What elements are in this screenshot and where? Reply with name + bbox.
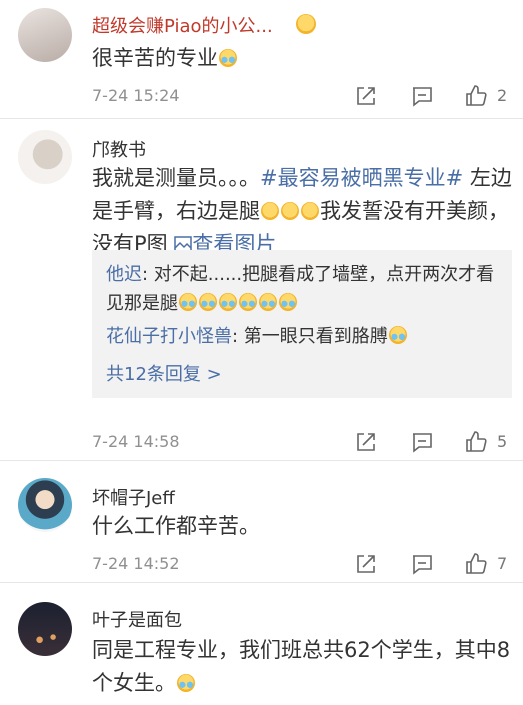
comment-text: 什么工作都辛苦。 [92, 514, 260, 538]
share-icon[interactable] [354, 84, 378, 108]
username[interactable]: 叶子是面包 [92, 606, 182, 632]
share-icon[interactable] [354, 430, 378, 454]
tears-of-joy-emoji [219, 293, 237, 311]
slight-smile-emoji [261, 202, 279, 220]
reply-username[interactable]: 花仙子打小怪兽 [106, 326, 232, 347]
tears-of-joy-emoji [388, 326, 407, 344]
comment-meta: 7-24 14:52 7 [92, 552, 512, 578]
reply-box: 他迟: 对不起......把腿看成了墙壁，点开两次才看见那是腿 花仙子打小怪兽:… [92, 250, 512, 398]
slight-smile-emoji [301, 202, 319, 220]
comment-meta: 7-24 15:24 2 [92, 84, 512, 110]
hashtag[interactable]: #最容易被晒黑专业# [260, 166, 463, 190]
more-replies-link[interactable]: 共12条回复 > [106, 360, 222, 386]
avatar[interactable] [18, 130, 72, 184]
comment-item: 超级会赚Piao的小公... 很辛苦的专业 7-24 15:24 2 [0, 0, 523, 118]
avatar[interactable] [18, 8, 72, 62]
comment-icon[interactable] [410, 552, 434, 576]
reply-item: 他迟: 对不起......把腿看成了墙壁，点开两次才看见那是腿 [106, 264, 495, 314]
comment-text: 我就是测量员。。。#最容易被晒黑专业# 左边是手臂，右边是腿 我发誓没有开美颜，没… [92, 166, 512, 256]
username[interactable]: 超级会赚Piao的小公... [92, 12, 317, 38]
comment-icon[interactable] [410, 84, 434, 108]
tears-of-joy-emoji [177, 674, 195, 692]
reply-item: 花仙子打小怪兽: 第一眼只看到胳膊 [106, 322, 501, 351]
timestamp: 7-24 14:52 [92, 554, 180, 573]
slight-smile-emoji [281, 202, 299, 220]
timestamp: 7-24 14:58 [92, 432, 180, 451]
comment-item: 坏帽子Jeff 什么工作都辛苦。 7-24 14:52 7 [0, 460, 523, 580]
like-count: 5 [497, 432, 508, 451]
reply-username[interactable]: 他迟 [106, 264, 142, 285]
comment-icon[interactable] [410, 430, 434, 454]
tears-of-joy-emoji [199, 293, 217, 311]
comment-text: 同是工程专业，我们班总共62个学生，其中8个女生。 [92, 638, 511, 695]
comment-meta: 7-24 14:58 5 [92, 430, 512, 456]
like-icon[interactable] [464, 84, 488, 108]
username[interactable]: 坏帽子Jeff [92, 484, 175, 510]
timestamp: 7-24 15:24 [92, 86, 180, 105]
like-count: 2 [497, 86, 508, 105]
comment-text: 很辛苦的专业 [92, 42, 512, 75]
comment-item: 叶子是面包 同是工程专业，我们班总共62个学生，其中8个女生。 [0, 582, 523, 705]
like-icon[interactable] [464, 430, 488, 454]
like-icon[interactable] [464, 552, 488, 576]
like-count: 7 [497, 554, 508, 573]
tears-of-joy-emoji [219, 49, 237, 67]
share-icon[interactable] [354, 552, 378, 576]
comment-item: 邝教书 我就是测量员。。。#最容易被晒黑专业# 左边是手臂，右边是腿 我发誓没有开… [0, 118, 523, 460]
tears-of-joy-emoji [239, 293, 257, 311]
avatar[interactable] [18, 602, 72, 656]
username[interactable]: 邝教书 [92, 136, 146, 162]
tears-of-joy-emoji [179, 293, 197, 311]
tears-of-joy-emoji [279, 293, 297, 311]
tears-of-joy-emoji [259, 293, 277, 311]
avatar[interactable] [18, 478, 72, 532]
heart-eyes-emoji [296, 14, 317, 34]
